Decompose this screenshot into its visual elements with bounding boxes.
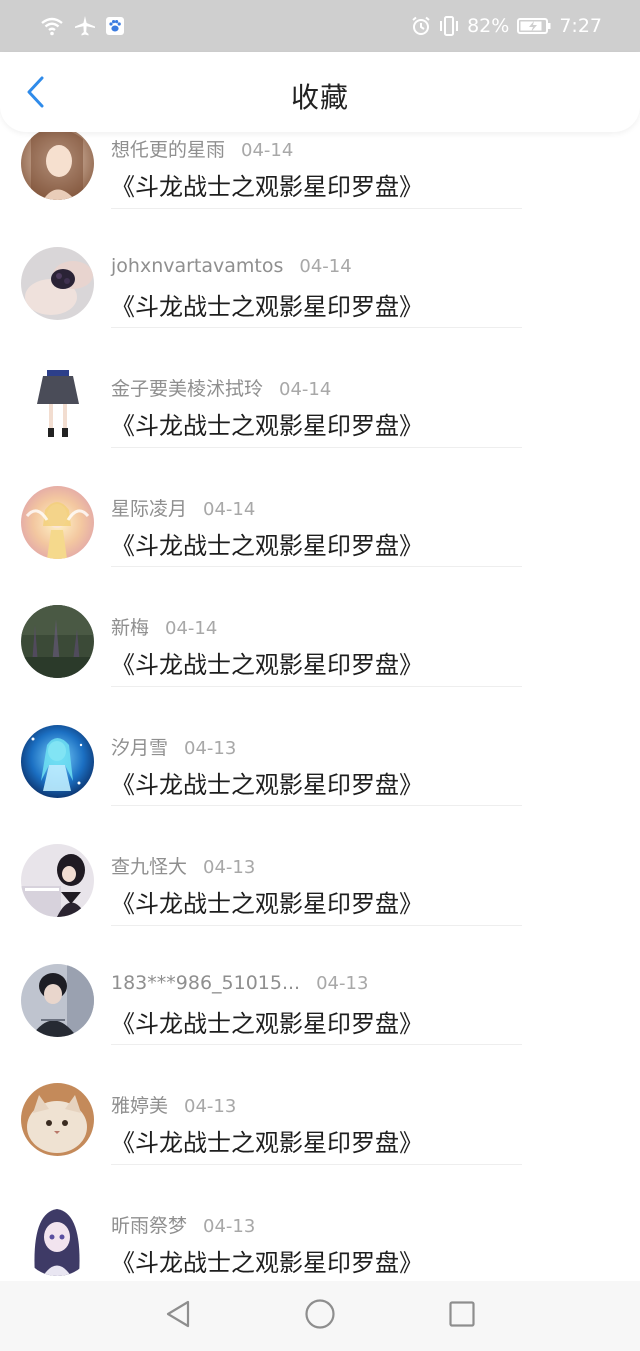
avatar[interactable] (21, 605, 94, 678)
status-right-icons: 82% 7:27 (411, 12, 602, 40)
work-title[interactable]: 《斗龙战士之观影星印罗盘》 (111, 1004, 423, 1039)
item-meta: 金子要美棱沭拭玲 04-14 (111, 374, 331, 401)
item-date: 04-14 (299, 255, 352, 277)
header: 收藏 (0, 52, 640, 132)
battery-percent: 82% (467, 15, 510, 37)
user-name: 想仛更的星雨 (111, 139, 226, 161)
avatar[interactable] (21, 963, 94, 1037)
item-date: 04-13 (203, 1215, 256, 1237)
item-meta: 查九怪大 04-13 (111, 852, 255, 879)
item-meta: 雅婷美 04-13 (111, 1091, 236, 1118)
battery-icon (517, 17, 551, 35)
status-bar: 82% 7:27 (0, 0, 640, 52)
item-meta: 星际凌月 04-14 (111, 494, 255, 521)
user-name: 昕雨祭梦 (111, 1214, 188, 1237)
nav-recent-button[interactable] (444, 1298, 480, 1334)
avatar[interactable] (21, 844, 94, 917)
user-name: 汐月雪 (111, 736, 169, 759)
nav-home-button[interactable] (302, 1298, 338, 1334)
alarm-icon (411, 16, 431, 36)
list-item[interactable]: 汐月雪 04-13 《斗龙战士之观影星印罗盘》 (0, 685, 640, 806)
item-meta: 新梅 04-14 (111, 613, 217, 640)
list-item[interactable]: 金子要美棱沭拭玲 04-14 《斗龙战士之观影星印罗盘》 (0, 326, 640, 448)
avatar[interactable] (21, 1083, 94, 1156)
item-date: 04-14 (165, 618, 218, 639)
page-title: 收藏 (290, 81, 349, 114)
item-date: 04-13 (184, 1096, 237, 1117)
paw-app-icon (106, 17, 124, 35)
user-name: 星际凌月 (111, 497, 188, 520)
user-name: johxnvartavamtos (111, 254, 284, 277)
avatar[interactable] (21, 366, 94, 439)
work-title[interactable]: 《斗龙战士之观影星印罗盘》 (111, 287, 423, 322)
avatar[interactable] (21, 724, 94, 798)
nav-back-button[interactable] (160, 1298, 196, 1334)
list-item[interactable]: 星际凌月 04-14 《斗龙战士之观影星印罗盘》 (0, 446, 640, 567)
avatar[interactable] (21, 246, 94, 320)
work-title[interactable]: 《斗龙战士之观影星印罗盘》 (111, 167, 423, 202)
work-title[interactable]: 《斗龙战士之观影星印罗盘》 (111, 1243, 423, 1278)
avatar[interactable] (21, 127, 94, 200)
item-meta: 想仛更的星雨 04-14 (111, 135, 293, 162)
user-name: 雅婷美 (111, 1095, 169, 1117)
status-left-icons (40, 12, 124, 40)
user-name: 查九怪大 (111, 856, 188, 878)
item-meta: 183***986_51015... 04-13 (111, 972, 368, 994)
user-name: 金子要美棱沭拭玲 (111, 378, 264, 400)
work-title[interactable]: 《斗龙战士之观影星印罗盘》 (111, 406, 423, 441)
item-meta: 昕雨祭梦 04-13 (111, 1211, 255, 1238)
item-date: 04-14 (279, 379, 332, 400)
list-item[interactable]: 雅婷美 04-13 《斗龙战士之观影星印罗盘》 (0, 1043, 640, 1165)
item-date: 04-13 (316, 972, 369, 994)
list-item[interactable]: 新梅 04-14 《斗龙战士之观影星印罗盘》 (0, 565, 640, 687)
system-nav-bar (0, 1281, 640, 1351)
list-item[interactable]: 183***986_51015... 04-13 《斗龙战士之观影星印罗盘》 (0, 924, 640, 1045)
list-item[interactable]: 查九怪大 04-13 《斗龙战士之观影星印罗盘》 (0, 804, 640, 926)
wifi-icon (40, 16, 64, 36)
favorites-list: 想仛更的星雨 04-14 《斗龙战士之观影星印罗盘》 johxnvartavamt… (0, 92, 640, 1281)
item-meta: johxnvartavamtos 04-14 (111, 255, 352, 277)
airplane-icon (74, 15, 96, 37)
back-triangle-icon (164, 1299, 192, 1333)
recent-square-icon (448, 1300, 476, 1332)
work-title[interactable]: 《斗龙战士之观影星印罗盘》 (111, 1123, 423, 1158)
list-item[interactable]: 昕雨祭梦 04-13 《斗龙战士之观影星印罗盘》 (0, 1163, 640, 1282)
home-circle-icon (304, 1298, 336, 1334)
work-title[interactable]: 《斗龙战士之观影星印罗盘》 (111, 765, 423, 800)
work-title[interactable]: 《斗龙战士之观影星印罗盘》 (111, 526, 423, 561)
user-name: 新梅 (111, 617, 150, 639)
item-date: 04-13 (203, 857, 256, 878)
item-date: 04-14 (203, 498, 256, 520)
avatar[interactable] (21, 485, 94, 559)
item-date: 04-13 (184, 737, 237, 759)
avatar[interactable] (21, 1202, 94, 1276)
item-date: 04-14 (241, 140, 294, 161)
item-meta: 汐月雪 04-13 (111, 733, 236, 760)
user-name: 183***986_51015... (111, 971, 301, 994)
vibrate-icon (439, 15, 459, 37)
clock: 7:27 (559, 15, 602, 37)
work-title[interactable]: 《斗龙战士之观影星印罗盘》 (111, 645, 423, 680)
work-title[interactable]: 《斗龙战士之观影星印罗盘》 (111, 884, 423, 919)
list-item[interactable]: johxnvartavamtos 04-14 《斗龙战士之观影星印罗盘》 (0, 207, 640, 328)
